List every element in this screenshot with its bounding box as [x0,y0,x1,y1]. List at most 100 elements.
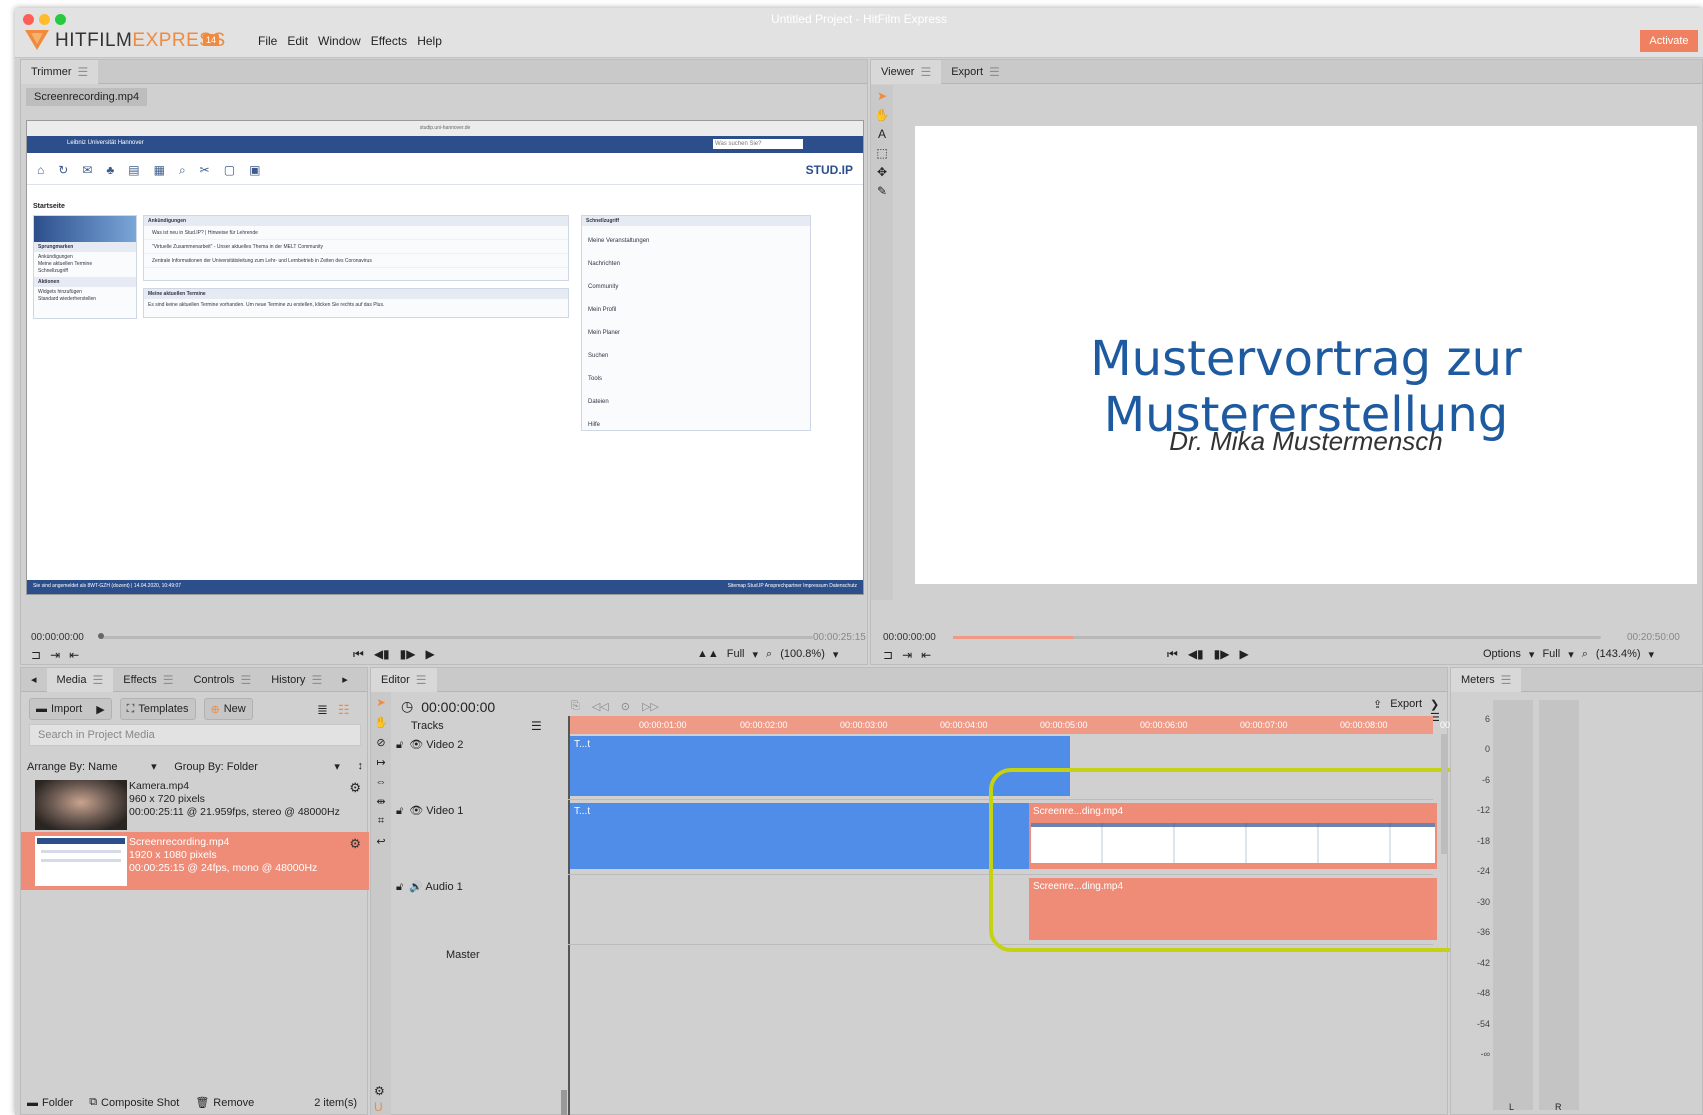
tab-controls[interactable]: Controls ☰ [183,668,261,692]
set-in-icon[interactable]: ⊐ [31,648,41,662]
select-tool-icon[interactable]: ➤ [376,696,385,709]
group-select[interactable]: Group By: Folder ▾ [174,760,340,773]
tab-viewer[interactable]: Viewer ☰ [871,59,942,84]
tab-editor[interactable]: Editor ☰ [371,667,437,692]
menu-window[interactable]: Window [318,34,361,48]
step-back-icon[interactable]: ◀▮ [374,647,390,662]
play-icon[interactable]: ▶ [426,647,435,662]
tab-export[interactable]: Export ☰ [941,60,1010,84]
tab-media[interactable]: Media ☰ [46,667,114,692]
trimmer-playhead[interactable] [98,633,104,639]
slide-tool-icon[interactable]: ⇔ [376,776,387,788]
composite-shot-button[interactable]: ⧉ Composite Shot [89,1096,179,1109]
trimmer-preview[interactable]: studip.uni-hannover.de Leibniz Universit… [26,120,864,595]
snap-magnet-icon[interactable]: U [374,1100,383,1114]
tab-meters[interactable]: Meters ☰ [1451,667,1522,692]
move-tool-icon[interactable]: ✥ [877,165,887,179]
viewer-zoom-select[interactable]: (143.4%) [1596,648,1641,661]
pen-tool-icon[interactable]: ✎ [877,184,887,198]
trimmer-zoom-select[interactable]: (100.8%) [780,648,825,661]
zoom-icon[interactable]: ⌕ [1582,648,1588,661]
lock-icon[interactable]: 🔓︎ [396,739,403,751]
step-back-icon[interactable]: ◀▮ [1188,647,1204,662]
timeline-ruler[interactable]: 00:00:01:00 00:00:02:00 00:00:03:00 00:00:0… [568,716,1488,734]
insert-icon[interactable]: ⇤ [921,648,931,662]
media-item-meta: 00:00:25:15 @ 24fps, mono @ 48000Hz [129,862,318,874]
text-tool-icon[interactable]: A [878,127,886,141]
tab-trimmer[interactable]: Trimmer ☰ [21,59,99,84]
lock-icon[interactable]: 🔓︎ [396,881,403,893]
menu-effects[interactable]: Effects [371,34,407,48]
ripple-tool-icon[interactable]: ⇹ [376,795,385,808]
viewer-duration: 00:20:50:00 [1627,632,1680,643]
media-search-input[interactable]: Search in Project Media [29,724,361,746]
list-view-icon[interactable]: ≣ [317,702,328,718]
new-button[interactable]: ⊕ New [203,698,253,720]
step-forward-icon[interactable]: ▮▶ [400,647,416,662]
gear-icon[interactable]: ⚙ [349,836,361,852]
viewer-canvas[interactable]: Mustervortrag zur Mustererstellung Dr. M… [915,126,1697,584]
go-start-icon[interactable]: ⏮ [353,647,364,662]
go-back-icon[interactable]: ◁◁ [592,700,609,713]
lock-icon[interactable]: 🔓︎ [396,805,403,817]
rate-tool-icon[interactable]: ↩ [376,835,385,848]
tracks-menu-icon[interactable]: ☰ [531,719,542,733]
arrange-select[interactable]: Arrange By: Name ▾ [27,760,157,773]
mask-tool-icon[interactable]: ⬚ [876,146,887,160]
gear-icon[interactable]: ⚙ [349,780,361,796]
import-button[interactable]: ▬ Import ▶ [29,698,112,720]
razor-tool-icon[interactable]: ⊘ [376,736,385,749]
roll-tool-icon[interactable]: ⌗ [378,815,384,828]
speaker-icon[interactable]: 🔊 [409,881,423,893]
activate-button[interactable]: Activate [1640,30,1698,52]
trimmer-quality-select[interactable]: Full [727,648,745,661]
slip-tool-icon[interactable]: ↦ [376,756,385,769]
hand-tool-icon[interactable]: ✋ [374,716,388,729]
set-in-icon[interactable]: ⊐ [883,648,893,662]
stop-icon[interactable]: ⊙ [621,700,630,713]
media-item-resolution: 960 x 720 pixels [129,793,205,805]
insert-icon[interactable]: ⇤ [69,648,79,662]
overlay-icon[interactable]: ⇥ [902,648,912,662]
zoom-slider[interactable] [561,1090,567,1115]
trimmer-scrubber[interactable] [101,636,813,639]
folder-button[interactable]: ▬ Folder [27,1096,73,1109]
viewer-options-button[interactable]: Options [1483,648,1521,661]
tab-effects[interactable]: Effects ☰ [113,668,183,692]
sort-order-icon[interactable]: ↕ [357,760,363,773]
overlay-icon[interactable]: ⇥ [50,648,60,662]
tab-scroll-right[interactable]: ▸ [332,668,358,692]
split-icon[interactable]: ▲▲ [697,648,719,661]
play-icon[interactable]: ▶ [1240,647,1249,662]
media-item-meta: 00:00:25:11 @ 21.959fps, stereo @ 48000H… [129,806,340,818]
settings-icon[interactable]: ⚙ [374,1084,385,1098]
menu-edit[interactable]: Edit [287,34,308,48]
media-item-selected[interactable]: Screenrecording.mp4 1920 x 1080 pixels 00:… [21,832,369,890]
viewer-quality-select[interactable]: Full [1542,648,1560,661]
chevron-down-icon[interactable]: ▾ [833,648,839,661]
go-forward-icon[interactable]: ▷▷ [642,700,659,713]
remove-button[interactable]: 🗑 Remove [195,1096,254,1110]
eye-icon[interactable]: 👁 [409,805,423,817]
zoom-icon[interactable]: ⌕ [766,648,772,661]
trimmer-file-tab[interactable]: Screenrecording.mp4 [26,88,148,106]
trash-icon: 🗑 [195,1097,210,1109]
media-item[interactable]: Kamera.mp4 960 x 720 pixels 00:00:25:11 @ … [21,776,369,834]
studip-logo: STUD.IP [805,163,853,177]
viewer-view-controls: Options ▾ Full ▾ ⌕ (143.4%) ▾ [1483,648,1655,661]
menu-help[interactable]: Help [417,34,442,48]
eye-icon[interactable]: 👁 [409,739,423,751]
step-forward-icon[interactable]: ▮▶ [1214,647,1230,662]
tab-scroll-left[interactable]: ◂ [21,668,47,692]
select-tool-icon[interactable]: ➤ [877,89,887,103]
tab-history[interactable]: History ☰ [261,668,332,692]
chevron-down-icon[interactable]: ▾ [753,648,759,661]
go-start-icon[interactable]: ⏮ [1167,647,1178,662]
templates-button[interactable]: ⛶ Templates [119,698,196,720]
panel-menu-icon[interactable]: ☰ [78,65,89,79]
hand-tool-icon[interactable]: ✋ [875,108,890,122]
snapshot-icon[interactable]: ⎘ [571,700,580,713]
timeline-vertical-scrollbar[interactable] [1441,734,1447,854]
detail-view-icon[interactable]: ☷ [338,702,350,718]
menu-file[interactable]: File [258,34,277,48]
